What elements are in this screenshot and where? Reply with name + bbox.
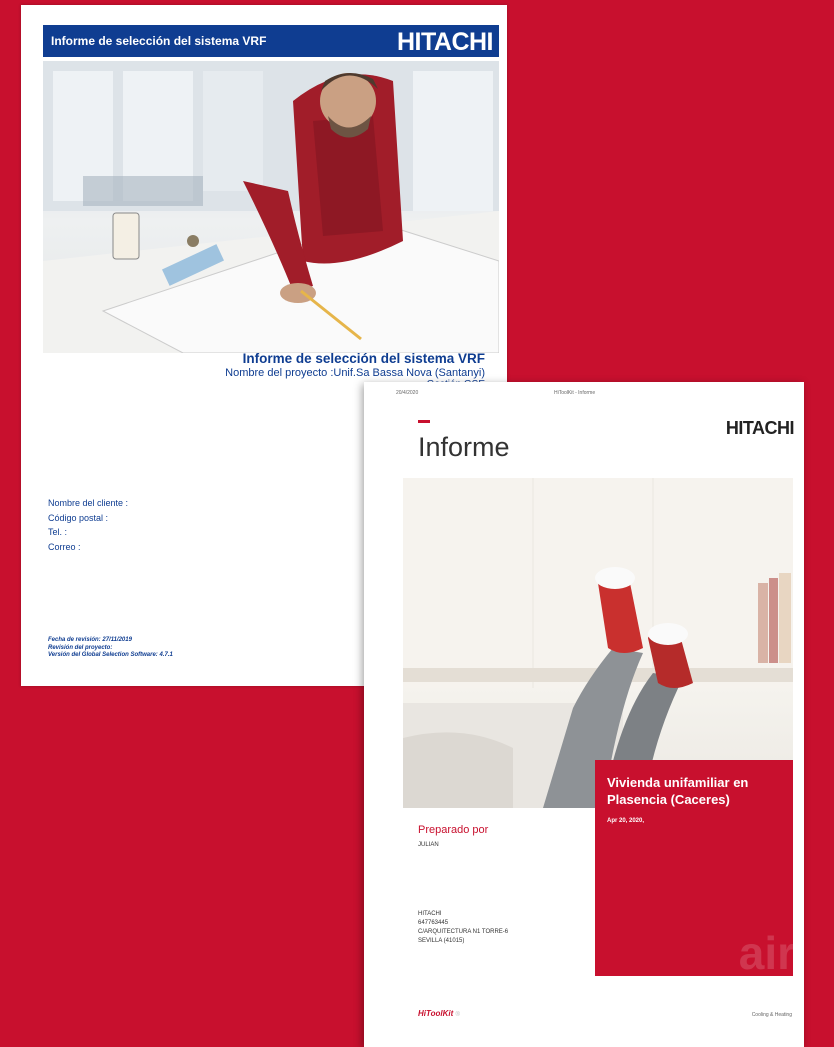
- project-date: Apr 20, 2020,: [607, 818, 645, 824]
- report-title: Informe de selección del sistema VRF: [242, 351, 485, 366]
- address-phone: 647763445: [418, 920, 449, 926]
- address-city: SEVILLA (41015): [418, 938, 465, 944]
- revision-date: Fecha de revisión: 27/11/2019: [48, 637, 132, 643]
- revision-info: Fecha de revisión: 27/11/2019 Revisión d…: [48, 637, 173, 660]
- hitachi-logo: HITACHI: [725, 418, 795, 438]
- email-label: Correo :: [48, 541, 81, 552]
- hitoolkit-logo: HiToolKit ®: [418, 1009, 460, 1018]
- project-name: Vivienda unifamiliar en Plasencia (Cacer…: [607, 775, 749, 807]
- hitoolkit-report-page: 20/4/2020 HiToolKit - Informe Informe HI…: [364, 382, 804, 1047]
- phone-label: Tel. :: [48, 527, 68, 537]
- client-info: Nombre del cliente : Código postal : Tel…: [48, 496, 128, 554]
- project-name: Nombre del proyecto :Unif.Sa Bassa Nova …: [225, 367, 485, 379]
- header-title: Informe de selección del sistema VRF: [51, 34, 267, 48]
- prepared-by-name: JULIAN: [418, 842, 439, 848]
- client-name-label: Nombre del cliente :: [48, 498, 129, 508]
- company-address: HITACHI 647763445 C/ARQUITECTURA N1 TORR…: [418, 910, 508, 946]
- project-revision: Revisión del proyecto:: [48, 644, 113, 651]
- accent-line: [418, 420, 430, 423]
- sneakers-illustration: [403, 478, 793, 808]
- footer-tagline: Cooling & Heating: [751, 1012, 792, 1018]
- architect-photo: [43, 61, 499, 353]
- report-title: Informe: [418, 432, 510, 462]
- postal-code-label: Código postal :: [48, 512, 109, 523]
- hitachi-logo: HITACHI: [396, 28, 494, 56]
- hitoolkit-logo-text: HiToolKit: [418, 1009, 454, 1018]
- address-company: HITACHI: [418, 911, 442, 917]
- architect-illustration: [43, 61, 499, 353]
- sneakers-photo: [403, 478, 793, 808]
- air-watermark: air: [738, 927, 795, 979]
- project-card: Vivienda unifamiliar en Plasencia (Cacer…: [595, 760, 795, 979]
- address-street: C/ARQUITECTURA N1 TORRE-6: [418, 929, 509, 935]
- hitoolkit-logo-mark: ®: [455, 1012, 460, 1018]
- print-header-title: HiToolKit - Informe: [554, 390, 596, 396]
- software-version: Versión del Global Selection Software: 4…: [48, 652, 173, 658]
- prepared-by-label: Preparado por: [418, 824, 489, 836]
- report-header-bar: Informe de selección del sistema VRF HIT…: [43, 25, 499, 57]
- print-date: 20/4/2020: [396, 390, 419, 396]
